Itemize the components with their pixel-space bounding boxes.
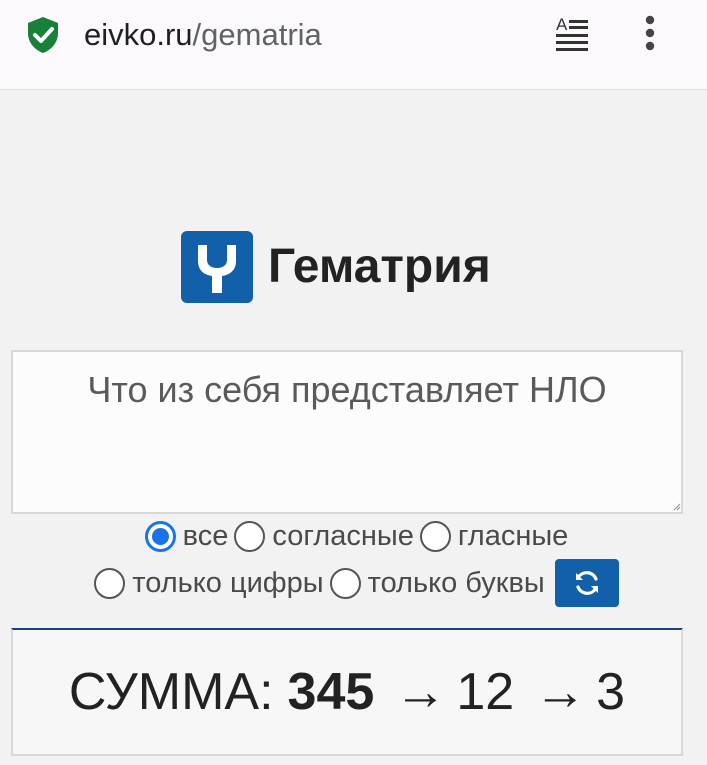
radio-digits-only[interactable]	[94, 567, 126, 599]
arrow-2: →	[534, 663, 587, 721]
option-consonants[interactable]: согласные	[228, 519, 414, 553]
refresh-button[interactable]	[554, 559, 619, 607]
resize-grip-icon[interactable]	[673, 503, 681, 511]
option-letters-only[interactable]: только буквы	[324, 567, 545, 600]
refresh-icon	[575, 571, 598, 595]
more-vert-icon[interactable]	[632, 12, 668, 56]
text-input[interactable]: Что из себя представляет НЛО	[11, 350, 683, 514]
url-path: /gematria	[192, 17, 322, 52]
radio-vowels[interactable]	[419, 520, 451, 552]
options-row-1: все согласные гласные	[0, 516, 707, 556]
result-panel: СУММА: 345 → 12 → 3	[11, 628, 683, 756]
url-domain: eivko.ru	[84, 17, 193, 52]
reduced-value-2: 3	[596, 663, 626, 721]
radio-consonants[interactable]	[234, 520, 266, 552]
gematria-logo-icon	[181, 231, 253, 303]
reduced-value-1: 12	[456, 663, 515, 721]
sum-value: 345	[287, 663, 375, 721]
shield-check-icon[interactable]	[26, 16, 60, 54]
address-bar-url[interactable]: eivko.ru/gematria	[84, 16, 322, 54]
option-vowels-label: гласные	[457, 519, 569, 552]
option-vowels[interactable]: гласные	[414, 520, 568, 553]
option-all-label: все	[182, 519, 229, 552]
option-letters-only-label: только буквы	[367, 566, 545, 599]
reader-mode-icon[interactable]: A	[550, 14, 594, 54]
option-all[interactable]: все	[139, 519, 229, 553]
option-digits-only-label: только цифры	[132, 566, 324, 599]
radio-letters-only[interactable]	[329, 567, 361, 599]
radio-all[interactable]	[144, 520, 176, 552]
arrow-1: →	[394, 663, 447, 721]
sum-label: СУММА:	[68, 663, 274, 721]
page-content: Гематрия Что из себя представляет НЛО вс…	[0, 91, 707, 765]
options-row-2: только цифры только буквы	[0, 559, 707, 607]
svg-text:A: A	[556, 15, 568, 34]
browser-toolbar: eivko.ru/gematria A	[0, 0, 707, 90]
option-consonants-label: согласные	[272, 519, 414, 552]
option-digits-only[interactable]: только цифры	[88, 566, 324, 600]
page-title: Гематрия	[268, 240, 491, 293]
